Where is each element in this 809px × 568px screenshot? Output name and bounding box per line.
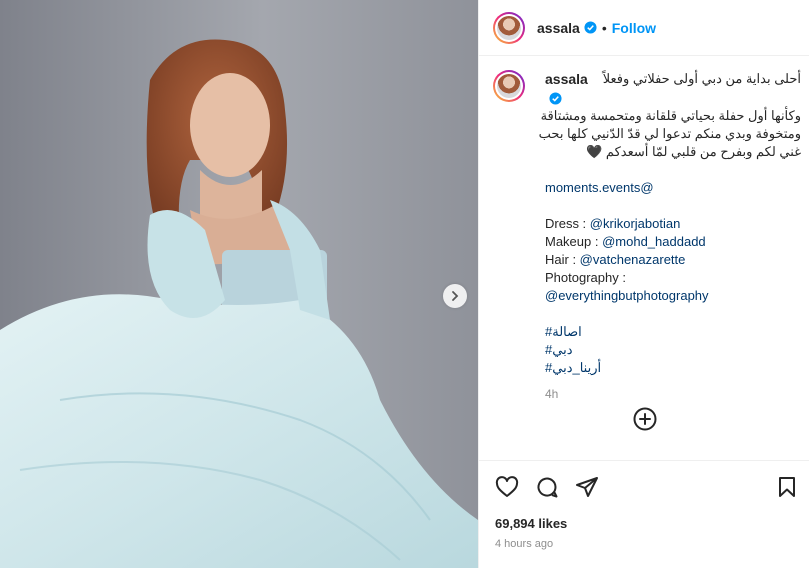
photography-label: Photography :: [545, 270, 626, 285]
caption-line: وكأنها أول حفلة بحياتي قلقانة ومتحمسة وم…: [540, 108, 801, 123]
follow-button[interactable]: Follow: [612, 20, 656, 36]
photography-handle-link[interactable]: @everythingbutphotography: [545, 287, 801, 305]
caption: assala أحلى بداية من دبي أولى حفلاتي وفع…: [538, 70, 801, 403]
author-avatar[interactable]: [493, 11, 525, 44]
hashtag-link[interactable]: #اصالة: [545, 323, 801, 341]
caption-line: غني لكم وبفرح من قلبي لمّا أسعدكم 🖤: [586, 144, 801, 159]
credit-line: Hair : @vatchenazarette: [545, 251, 801, 269]
credit-handle-link[interactable]: @vatchenazarette: [580, 252, 686, 267]
caption-line: أحلى بداية من دبي أولى حفلاتي وفعلاً: [602, 71, 801, 86]
credit-handle-link[interactable]: @krikorjabotian: [590, 216, 681, 231]
verified-badge-icon: [584, 21, 597, 34]
author-username[interactable]: assala: [537, 20, 580, 36]
credit-line: Dress : @krikorjabotian: [545, 215, 801, 233]
hashtag-link[interactable]: #دبي: [545, 341, 801, 359]
share-icon[interactable]: [575, 475, 599, 499]
heart-icon[interactable]: [495, 475, 519, 499]
hashtag-link[interactable]: #أرينا_دبي: [545, 359, 801, 377]
credit-label: Makeup :: [545, 234, 603, 249]
post-timestamp[interactable]: 4 hours ago: [495, 538, 553, 550]
caption-avatar[interactable]: [493, 70, 525, 102]
caption-first-row: assala أحلى بداية من دبي أولى حفلاتي وفع…: [545, 70, 801, 107]
credit-handle-link[interactable]: @mohd_haddadd: [602, 234, 706, 249]
next-photo-button[interactable]: [443, 284, 467, 308]
add-circle-icon[interactable]: [633, 407, 657, 431]
header-separator: •: [601, 19, 607, 36]
caption-line: ومتخوفة وبدي منكم تدعوا لي قدّ الدّنيي ك…: [538, 126, 801, 141]
credit-label: Hair :: [545, 252, 580, 267]
post-header: assala • Follow: [479, 0, 809, 56]
caption-timestamp[interactable]: 4h: [545, 385, 801, 403]
chevron-right-icon: [452, 291, 459, 301]
post-side-panel: assala • Follow assala أحلى بداية من دبي…: [478, 0, 809, 568]
post-photo[interactable]: [0, 0, 478, 568]
credit-label: Dress :: [545, 216, 590, 231]
event-tag-link[interactable]: moments.events@: [545, 179, 801, 197]
comment-icon[interactable]: [535, 475, 559, 499]
instagram-post: assala • Follow assala أحلى بداية من دبي…: [0, 0, 809, 568]
photo-artwork: [0, 0, 478, 568]
likes-count[interactable]: 69,894 likes: [495, 516, 567, 531]
verified-badge-icon: [549, 92, 562, 105]
credit-line: Makeup : @mohd_haddadd: [545, 233, 801, 251]
caption-area: assala أحلى بداية من دبي أولى حفلاتي وفع…: [479, 56, 809, 460]
bookmark-icon[interactable]: [775, 475, 799, 499]
action-bar: [479, 460, 809, 511]
caption-username[interactable]: assala: [545, 71, 588, 87]
